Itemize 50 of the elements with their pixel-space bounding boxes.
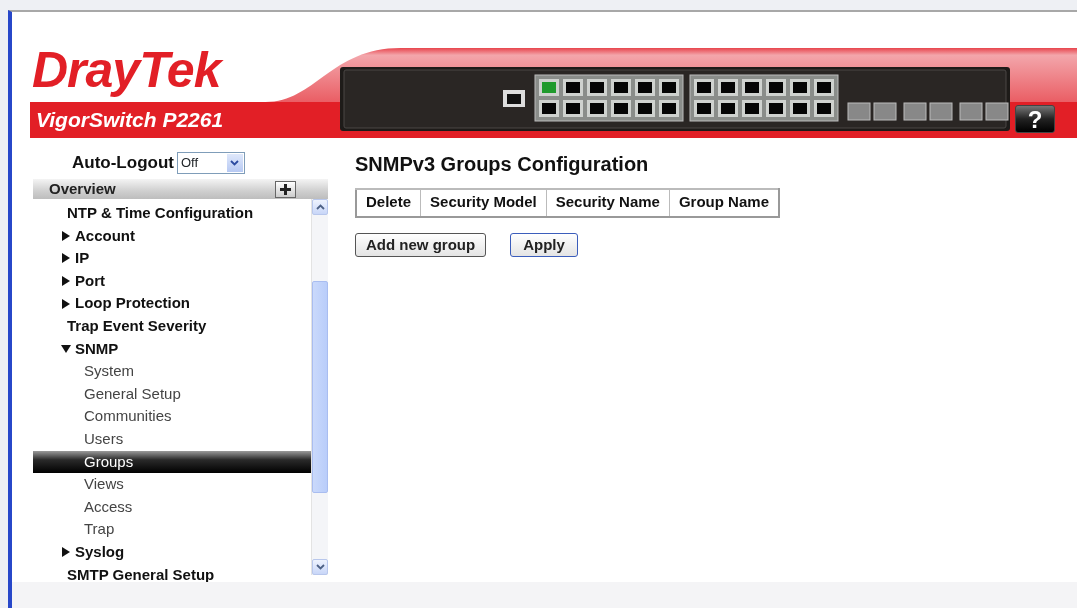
- menu-item[interactable]: Port: [33, 269, 311, 293]
- caret-right-icon: [61, 547, 71, 558]
- caret-down-icon: [61, 343, 71, 354]
- menu-item[interactable]: Views: [33, 473, 311, 496]
- add-group-button[interactable]: Add new group: [355, 232, 487, 257]
- chevron-down-icon: [315, 564, 325, 570]
- scroll-down-button[interactable]: [312, 559, 328, 575]
- menu-item[interactable]: System: [33, 360, 311, 383]
- column-header: Delete: [356, 189, 421, 217]
- logo-text: DrayTek: [32, 45, 340, 95]
- scrollbar[interactable]: [311, 199, 328, 575]
- caret-right-icon: [61, 298, 71, 309]
- menu-item[interactable]: Trap: [33, 518, 311, 541]
- menu-item[interactable]: Loop Protection: [33, 292, 311, 315]
- menu-item[interactable]: Syslog: [33, 540, 311, 564]
- model-name: VigorSwitch P2261: [36, 109, 225, 130]
- plus-icon: [280, 183, 291, 195]
- scroll-thumb[interactable]: [312, 281, 328, 493]
- auto-logout-label: Auto-Logout: [72, 152, 174, 175]
- section-title: Overview: [49, 178, 116, 199]
- menu-label: Loop Protection: [75, 293, 190, 314]
- menu-label: SNMP: [75, 338, 119, 359]
- menu-item[interactable]: SNMP: [33, 337, 311, 361]
- menu-item[interactable]: NTP & Time Configuration: [33, 202, 311, 225]
- menu-label: Syslog: [75, 541, 125, 562]
- column-header: Security Name: [546, 189, 670, 217]
- menu-item[interactable]: Groups: [33, 450, 311, 474]
- menu-item[interactable]: General Setup: [33, 382, 311, 406]
- menu-label: IP: [75, 248, 90, 269]
- caret-right-icon: [61, 253, 71, 264]
- chevron-up-icon: [315, 204, 325, 210]
- expand-plus-button[interactable]: [275, 180, 296, 198]
- caret-right-icon: [61, 230, 71, 241]
- column-header: Security Model: [420, 189, 547, 217]
- page-title: SNMPv3 Groups Configuration: [355, 152, 650, 176]
- menu-item[interactable]: IP: [33, 247, 311, 270]
- menu-item[interactable]: Users: [33, 427, 311, 451]
- auto-logout-select[interactable]: Off: [176, 152, 245, 174]
- menu-item[interactable]: Trap Event Severity: [33, 314, 311, 338]
- column-header: Group Name: [669, 189, 779, 217]
- menu-item[interactable]: SMTP General Setup: [33, 563, 311, 587]
- help-button[interactable]: ?: [1015, 105, 1055, 133]
- menu-label: Account: [75, 225, 135, 246]
- scroll-up-button[interactable]: [312, 199, 328, 215]
- caret-right-icon: [61, 276, 71, 287]
- menu-item[interactable]: Access: [33, 495, 311, 519]
- menu-label: Port: [75, 270, 105, 291]
- apply-button[interactable]: Apply: [510, 232, 578, 257]
- menu-item[interactable]: Communities: [33, 405, 311, 428]
- menu-item[interactable]: Account: [33, 224, 311, 248]
